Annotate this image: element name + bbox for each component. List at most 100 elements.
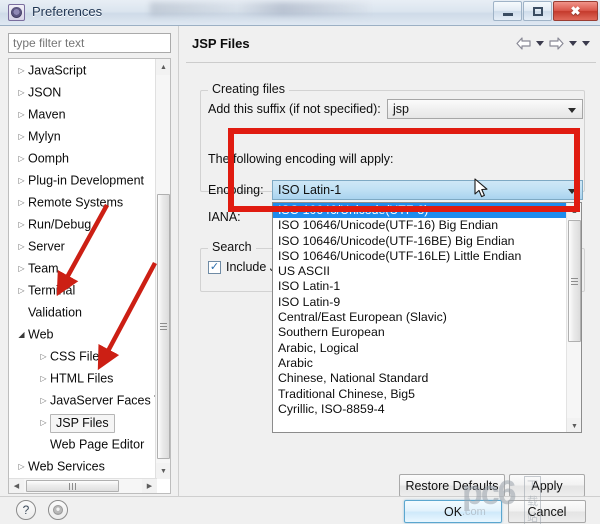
include-java-checkbox-row[interactable]: ✓ Include J [208, 260, 276, 274]
expand-triangle-icon[interactable]: ▷ [37, 346, 50, 368]
chevron-down-icon [568, 189, 576, 194]
tree-item-javascript[interactable]: ▷ JavaScript [9, 59, 157, 81]
tree-hscroll-thumb[interactable] [26, 480, 119, 492]
tree-item-label: Maven [28, 107, 66, 122]
tree-item-mylyn[interactable]: ▷ Mylyn [9, 125, 157, 147]
window-controls: ✖ [493, 1, 598, 21]
expand-triangle-icon[interactable]: ▷ [15, 104, 28, 126]
expand-triangle-icon[interactable]: ▷ [15, 126, 28, 148]
tree-item-jsp-files[interactable]: ▷ JSP Files [9, 411, 157, 433]
tree-item-label: Server [28, 239, 65, 254]
dropdown-scroll-up-icon[interactable]: ▲ [567, 203, 581, 219]
tree-scroll-area: ▷ JavaScript ▷ JSON ▷ Maven ▷ Mylyn ▷ Oomph ▷ Plug-… [9, 59, 157, 479]
dropdown-option[interactable]: ISO 10646/Unicode(UTF-8) [273, 203, 567, 219]
suffix-combo[interactable]: jsp [387, 99, 583, 119]
encoding-combo[interactable]: ISO Latin-1 [272, 180, 583, 200]
dropdown-option[interactable]: Arabic, Logical [273, 341, 567, 356]
include-java-checkbox[interactable]: ✓ [208, 260, 221, 274]
close-button[interactable]: ✖ [553, 1, 598, 21]
dropdown-option[interactable]: US ASCII [273, 264, 567, 279]
restore-defaults-button[interactable]: Restore Defaults [399, 474, 505, 497]
tree-item-plug-in-development[interactable]: ▷ Plug-in Development [9, 169, 157, 191]
tree-item-json[interactable]: ▷ JSON [9, 81, 157, 103]
collapse-triangle-icon[interactable]: ◢ [15, 324, 28, 346]
scroll-up-icon[interactable]: ▲ [156, 59, 170, 75]
expand-triangle-icon[interactable]: ▷ [15, 148, 28, 170]
tree-item-web-services[interactable]: ▷ Web Services [9, 455, 157, 477]
iana-label: IANA: [208, 210, 241, 224]
filter-input[interactable] [8, 33, 171, 53]
tree-item-team[interactable]: ▷ Team [9, 257, 157, 279]
tree-item-label: Team [28, 261, 59, 276]
expand-triangle-icon[interactable]: ▷ [15, 280, 28, 302]
scroll-right-icon[interactable]: ▶ [142, 479, 157, 493]
dropdown-scroll-thumb[interactable] [568, 220, 581, 342]
dropdown-option[interactable]: Central/East European (Slavic) [273, 310, 567, 325]
dropdown-option[interactable]: Cyrillic, ISO-8859-4 [273, 402, 567, 417]
back-menu-chevron-down-icon[interactable] [536, 41, 544, 46]
tree-item-html-files[interactable]: ▷ HTML Files [9, 367, 157, 389]
dropdown-option[interactable]: Arabic [273, 356, 567, 371]
dropdown-scroll-down-icon[interactable]: ▼ [567, 418, 581, 432]
dropdown-option[interactable]: ISO Latin-9 [273, 295, 567, 310]
dropdown-option[interactable]: ISO 10646/Unicode(UTF-16LE) Little Endia… [273, 249, 567, 264]
encoding-combo-value: ISO Latin-1 [278, 183, 342, 197]
tree-item-css-files[interactable]: ▷ CSS Files [9, 345, 157, 367]
view-menu-chevron-down-icon[interactable] [582, 41, 590, 46]
page-nav-toolbar [516, 37, 590, 50]
dropdown-scrollbar[interactable]: ▲ ▼ [566, 203, 581, 432]
maximize-button[interactable] [523, 1, 552, 21]
dropdown-option[interactable]: ISO 10646/Unicode(UTF-16) Big Endian [273, 218, 567, 233]
expand-triangle-icon[interactable]: ▷ [15, 236, 28, 258]
tree-horizontal-scrollbar[interactable]: ◀ ▶ [9, 478, 157, 493]
question-mark-icon: ? [22, 503, 30, 517]
tree-item-run-debug[interactable]: ▷ Run/Debug [9, 213, 157, 235]
expand-triangle-icon[interactable]: ▷ [15, 82, 28, 104]
dropdown-option[interactable]: Southern European [273, 325, 567, 340]
expand-triangle-icon[interactable]: ▷ [15, 258, 28, 280]
expand-triangle-icon[interactable]: ▷ [15, 456, 28, 478]
cancel-button[interactable]: Cancel [508, 500, 586, 523]
tree-item-terminal[interactable]: ▷ Terminal [9, 279, 157, 301]
expand-triangle-icon[interactable]: ▷ [37, 368, 50, 390]
expand-triangle-icon[interactable]: ▷ [15, 60, 28, 82]
tree-item-web[interactable]: ◢ Web [9, 323, 157, 345]
forward-menu-chevron-down-icon[interactable] [569, 41, 577, 46]
dropdown-option[interactable]: ISO Latin-1 [273, 279, 567, 294]
tree-item-server[interactable]: ▷ Server [9, 235, 157, 257]
dropdown-option[interactable]: ISO 10646/Unicode(UTF-16BE) Big Endian [273, 234, 567, 249]
tree-scroll-thumb[interactable] [157, 194, 170, 459]
tree-item-label: Run/Debug [28, 217, 92, 232]
search-group-label: Search [208, 240, 256, 254]
expand-triangle-icon[interactable]: ▷ [37, 412, 50, 434]
minimize-button[interactable] [493, 1, 522, 21]
tree-item-maven[interactable]: ▷ Maven [9, 103, 157, 125]
apply-button[interactable]: Apply [509, 474, 585, 497]
back-arrow-icon[interactable] [516, 37, 531, 50]
preferences-tree[interactable]: ▷ JavaScript ▷ JSON ▷ Maven ▷ Mylyn ▷ Oomph ▷ Plug-… [8, 58, 171, 494]
content-header: JSP Files [186, 34, 594, 60]
tree-vertical-scrollbar[interactable]: ▲ ▼ [155, 59, 170, 479]
expand-triangle-icon[interactable]: ▷ [15, 214, 28, 236]
tree-item-label: Mylyn [28, 129, 61, 144]
dropdown-option[interactable]: Chinese, National Standard [273, 371, 567, 386]
expand-triangle-icon[interactable]: ▷ [15, 170, 28, 192]
tree-item-oomph[interactable]: ▷ Oomph [9, 147, 157, 169]
help-button[interactable]: ? [16, 500, 36, 520]
ok-button[interactable]: OK [404, 500, 502, 523]
dropdown-option[interactable]: Traditional Chinese, Big5 [273, 387, 567, 402]
encoding-dropdown-list[interactable]: ISO 10646/Unicode(UTF-8) ISO 10646/Unicod… [272, 202, 582, 433]
expand-triangle-icon[interactable]: ▷ [15, 192, 28, 214]
tree-item-web-page-editor[interactable]: Web Page Editor [9, 433, 157, 455]
tree-item-label: Oomph [28, 151, 69, 166]
titlebar-blurred-region [150, 2, 370, 16]
record-button[interactable] [48, 500, 68, 520]
forward-arrow-icon[interactable] [549, 37, 564, 50]
scroll-left-icon[interactable]: ◀ [9, 479, 24, 493]
scroll-down-icon[interactable]: ▼ [156, 463, 170, 479]
expand-triangle-icon[interactable]: ▷ [37, 390, 50, 412]
tree-item-javaserver-faces-t[interactable]: ▷ JavaServer Faces T [9, 389, 157, 411]
tree-item-validation[interactable]: Validation [9, 301, 157, 323]
tree-item-remote-systems[interactable]: ▷ Remote Systems [9, 191, 157, 213]
tree-item-label: Plug-in Development [28, 173, 145, 188]
